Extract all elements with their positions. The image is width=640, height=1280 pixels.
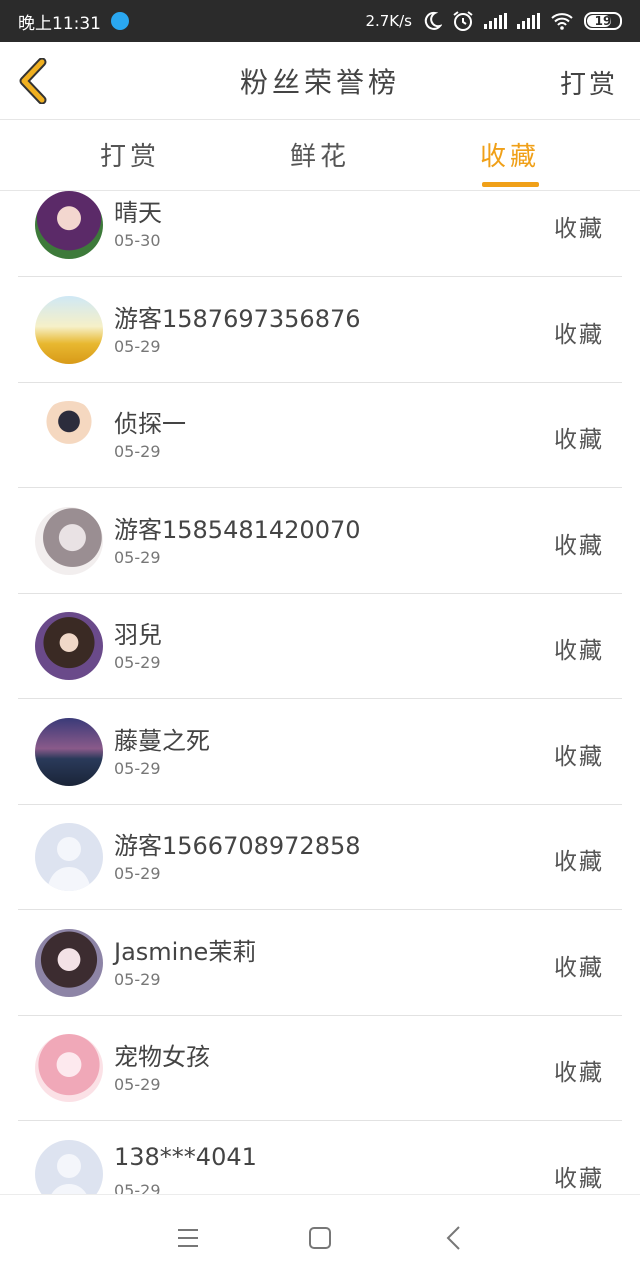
list-item-action: 收藏: [554, 955, 604, 981]
list-item-action: 收藏: [554, 533, 604, 559]
list-item[interactable]: 游客1587697356876 05-29 收藏: [18, 277, 622, 383]
list-item-name: 羽兒: [114, 621, 162, 649]
alarm-icon: [453, 11, 473, 31]
avatar: [35, 1140, 103, 1194]
wifi-icon: [551, 13, 573, 30]
back-triangle-icon[interactable]: [434, 1221, 474, 1255]
avatar: [35, 1034, 103, 1102]
list-item-name: 游客1566708972858: [114, 832, 361, 860]
list-item-name: 晴天: [114, 199, 162, 227]
list-item-action: 收藏: [554, 849, 604, 875]
list-item-action: 收藏: [554, 1060, 604, 1086]
default-avatar-icon: [51, 1154, 87, 1194]
avatar: [35, 929, 103, 997]
list-item-action: 收藏: [554, 638, 604, 664]
list-item-date: 05-29: [114, 970, 161, 989]
tab-bar: 打赏 鲜花 收藏: [0, 120, 640, 191]
list-item-date: 05-29: [114, 442, 161, 461]
network-speed: 2.7K/s: [365, 12, 412, 30]
list-item[interactable]: 游客1585481420070 05-29 收藏: [18, 488, 622, 594]
avatar: [35, 823, 103, 891]
fan-list[interactable]: 晴天 05-30 收藏 游客1587697356876 05-29 收藏 侦探一…: [0, 191, 640, 1194]
list-item-date: 05-29: [114, 653, 161, 672]
avatar: [35, 612, 103, 680]
list-item-name: 藤蔓之死: [114, 727, 210, 755]
list-item-name: Jasmine茉莉: [114, 938, 257, 966]
list-item-name: 宠物女孩: [114, 1043, 210, 1071]
reward-button[interactable]: 打赏: [560, 64, 618, 101]
avatar: [35, 191, 103, 259]
list-item-action: 收藏: [554, 216, 604, 242]
app-header: 粉丝荣誉榜 打赏: [0, 42, 640, 120]
app-dot-icon: [111, 12, 129, 30]
avatar: [35, 718, 103, 786]
list-item[interactable]: 宠物女孩 05-29 收藏: [18, 1015, 622, 1121]
list-item-name: 138***4041: [114, 1143, 257, 1171]
list-item-date: 05-29: [114, 337, 161, 356]
list-item-name: 侦探一: [114, 410, 186, 438]
list-item[interactable]: 羽兒 05-29 收藏: [18, 593, 622, 699]
status-time: 晚上11:31: [18, 13, 101, 34]
list-item[interactable]: 游客1566708972858 05-29 收藏: [18, 804, 622, 910]
list-item-action: 收藏: [554, 744, 604, 770]
default-avatar-icon: [47, 837, 91, 891]
signal-icon: [484, 13, 507, 29]
avatar: [35, 401, 103, 469]
list-item[interactable]: 138***4041 05-29 收藏: [18, 1121, 622, 1194]
list-item-date: 05-29: [114, 759, 161, 778]
tab-reward[interactable]: 打赏: [70, 136, 190, 173]
tab-favorites[interactable]: 收藏: [450, 136, 570, 173]
system-nav-bar: [0, 1194, 640, 1280]
home-square-icon[interactable]: [300, 1221, 340, 1255]
list-item-action: 收藏: [554, 1166, 604, 1192]
avatar: [35, 507, 103, 575]
battery-icon: 19: [584, 12, 622, 30]
list-item-date: 05-29: [114, 1181, 161, 1194]
list-item-date: 05-29: [114, 864, 161, 883]
chevron-left-icon[interactable]: [16, 58, 50, 104]
page-title: 粉丝荣誉榜: [239, 65, 400, 99]
list-item-date: 05-30: [114, 231, 161, 250]
list-item[interactable]: 晴天 05-30 收藏: [18, 191, 622, 277]
list-item-date: 05-29: [114, 1075, 161, 1094]
list-item-name: 游客1585481420070: [114, 516, 361, 544]
list-item-date: 05-29: [114, 548, 161, 567]
active-tab-indicator: [482, 182, 539, 187]
menu-icon[interactable]: [168, 1221, 208, 1255]
status-bar: 晚上11:31 2.7K/s 19: [0, 0, 640, 42]
moon-icon: [424, 11, 442, 30]
list-item-action: 收藏: [554, 322, 604, 348]
avatar: [35, 296, 103, 364]
list-item-action: 收藏: [554, 427, 604, 453]
list-item[interactable]: Jasmine茉莉 05-29 收藏: [18, 910, 622, 1016]
list-item[interactable]: 藤蔓之死 05-29 收藏: [18, 699, 622, 805]
list-item-name: 游客1587697356876: [114, 305, 361, 333]
signal-icon: [517, 13, 540, 29]
list-item[interactable]: 侦探一 05-29 收藏: [18, 382, 622, 488]
tab-flowers[interactable]: 鲜花: [260, 136, 380, 173]
